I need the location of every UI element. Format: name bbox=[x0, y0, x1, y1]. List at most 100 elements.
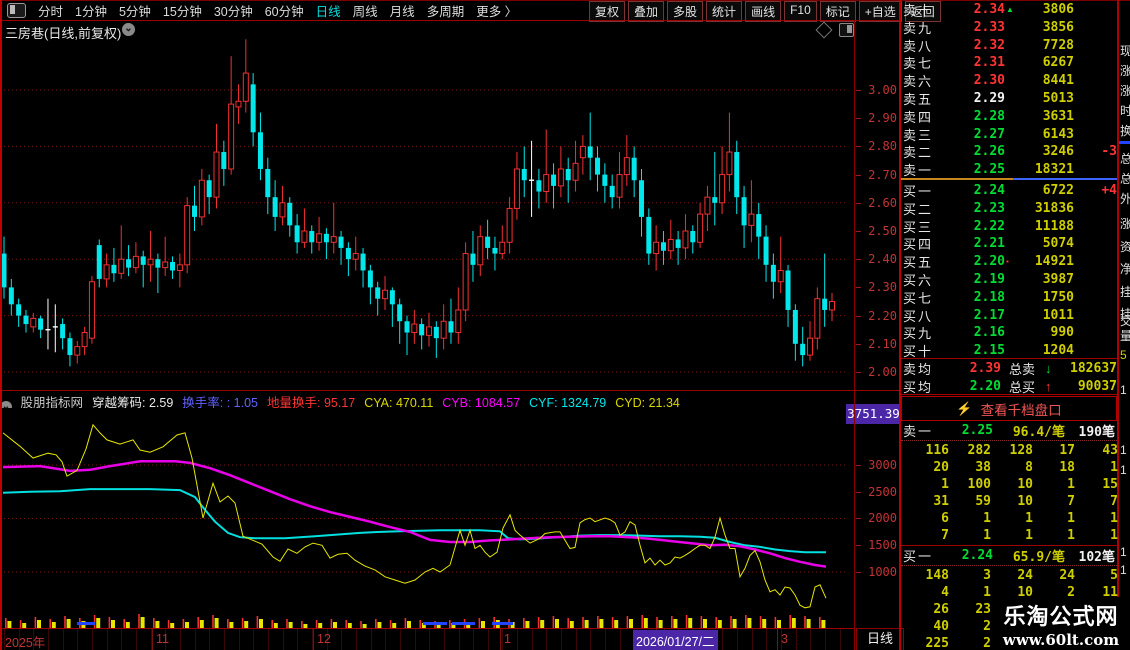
sell-level-5[interactable]: 卖五2.295013 bbox=[901, 89, 1117, 107]
buy-levels: 买一2.246722+4买二2.2331836买三2.2211188买四2.21… bbox=[901, 181, 1117, 359]
window-split-icon[interactable] bbox=[7, 3, 26, 18]
candlestick-chart[interactable] bbox=[0, 20, 855, 391]
sell-level-1[interactable]: 卖九2.333856 bbox=[901, 18, 1117, 36]
price-label: 2.10 bbox=[868, 337, 897, 351]
candle-65 bbox=[478, 225, 483, 276]
avg-row-0: 卖均2.39总卖↓182637 bbox=[901, 359, 1117, 377]
candle-54 bbox=[397, 299, 402, 344]
tab-period-6[interactable]: 日线 bbox=[316, 1, 341, 20]
sell-level-label: 卖二 bbox=[901, 142, 941, 161]
blue-dash bbox=[423, 622, 447, 625]
candle-70 bbox=[514, 152, 519, 220]
candle-63 bbox=[463, 242, 468, 321]
level2-link[interactable]: ⚡ 查看千档盘口 bbox=[901, 396, 1117, 421]
volume: 31836 bbox=[1017, 201, 1074, 216]
cell: 15 bbox=[1075, 477, 1118, 492]
sell-level-2[interactable]: 卖八2.327728 bbox=[901, 36, 1117, 54]
time-tick bbox=[268, 629, 269, 650]
price: 2.19 bbox=[941, 272, 1005, 287]
buy-level-7[interactable]: 买八2.171011 bbox=[901, 306, 1117, 324]
sell-level-label: 卖三 bbox=[901, 125, 941, 144]
sell-detail-row-3: 31591077 bbox=[901, 493, 1117, 510]
toolbar-button-6[interactable]: 标记 bbox=[820, 1, 856, 22]
indicator-value-0: 股朋指标网 bbox=[20, 396, 83, 408]
price-mark: ▪ bbox=[1005, 257, 1017, 266]
price: 2.16 bbox=[941, 325, 1005, 340]
time-label-0: 2025年 bbox=[5, 632, 45, 650]
time-tick bbox=[561, 629, 562, 650]
candle-79 bbox=[580, 135, 585, 174]
sell-detail-row-4: 61111 bbox=[901, 510, 1117, 527]
sell-level-7[interactable]: 卖三2.276143 bbox=[901, 125, 1117, 143]
sell-level-4[interactable]: 卖六2.308441 bbox=[901, 71, 1117, 89]
volume: 5013 bbox=[1017, 91, 1074, 106]
tab-period-8[interactable]: 月线 bbox=[390, 1, 415, 20]
tab-period-3[interactable]: 15分钟 bbox=[163, 1, 202, 20]
volume: 11188 bbox=[1017, 219, 1074, 234]
buy-level-6[interactable]: 买七2.181750 bbox=[901, 288, 1117, 306]
candle-58 bbox=[426, 313, 431, 347]
sell-level-6[interactable]: 卖四2.283631 bbox=[901, 107, 1117, 125]
candle-77 bbox=[566, 158, 571, 203]
tab-period-10[interactable]: 更多 〉 bbox=[476, 1, 517, 20]
sell-level-9[interactable]: 卖一2.2518321 bbox=[901, 160, 1117, 178]
price: 2.23 bbox=[941, 201, 1005, 216]
toolbar-button-2[interactable]: 多股 bbox=[667, 1, 703, 22]
buy-level-8[interactable]: 买九2.16990 bbox=[901, 323, 1117, 341]
indicator-axis-label: 1500 bbox=[868, 538, 897, 552]
stat-count: 190笔 bbox=[1065, 421, 1115, 440]
strip-char-9: 资 bbox=[1120, 238, 1130, 255]
buy-level-0[interactable]: 买一2.246722+4 bbox=[901, 181, 1117, 199]
buy-level-2[interactable]: 买三2.2211188 bbox=[901, 217, 1117, 235]
tab-period-7[interactable]: 周线 bbox=[353, 1, 378, 20]
candle-103 bbox=[756, 203, 761, 259]
buy-level-9[interactable]: 买十2.151204 bbox=[901, 341, 1117, 359]
time-tick bbox=[136, 629, 137, 650]
buy-level-5[interactable]: 买六2.193987 bbox=[901, 270, 1117, 288]
buy-level-1[interactable]: 买二2.2331836 bbox=[901, 199, 1117, 217]
buy-level-3[interactable]: 买四2.215074 bbox=[901, 234, 1117, 252]
tab-period-2[interactable]: 5分钟 bbox=[119, 1, 151, 20]
toolbar-button-0[interactable]: 复权 bbox=[589, 1, 625, 22]
buy1-stat: 买一2.2465.9/笔102笔 bbox=[901, 546, 1117, 564]
selected-date-box: 2026/01/27/二 bbox=[633, 630, 718, 650]
time-tick bbox=[253, 629, 254, 650]
cell: 1 bbox=[991, 511, 1033, 526]
toolbar-button-1[interactable]: 叠加 bbox=[628, 1, 664, 22]
indicator-chart[interactable] bbox=[0, 408, 855, 628]
stat-label: 买一 bbox=[901, 546, 937, 565]
candle-75 bbox=[551, 163, 556, 208]
tab-period-1[interactable]: 1分钟 bbox=[75, 1, 107, 20]
sell-level-0[interactable]: 卖十2.34▲3806 bbox=[901, 0, 1117, 18]
sell-level-3[interactable]: 卖七2.316267 bbox=[901, 53, 1117, 71]
period-indicator[interactable]: 日线 bbox=[856, 628, 904, 650]
tab-period-9[interactable]: 多周期 bbox=[427, 1, 465, 20]
tab-period-5[interactable]: 60分钟 bbox=[265, 1, 304, 20]
tab-period-0[interactable]: 分时 bbox=[38, 1, 63, 20]
candle-17 bbox=[126, 245, 131, 276]
cell: 31 bbox=[901, 494, 949, 509]
divider bbox=[901, 394, 1117, 395]
strip-char-13: 量 bbox=[1120, 327, 1130, 344]
toolbar-button-7[interactable]: +自选 bbox=[859, 1, 902, 22]
candle-40 bbox=[295, 214, 300, 253]
watermark: 乐淘公式网 www.60lt.com bbox=[992, 597, 1130, 650]
volume: 1011 bbox=[1017, 308, 1074, 323]
strip-char-2: 涨 bbox=[1120, 82, 1130, 99]
buy-level-4[interactable]: 买五2.20▪14921 bbox=[901, 252, 1117, 270]
candle-60 bbox=[441, 304, 446, 349]
candle-12 bbox=[89, 276, 94, 344]
tab-period-4[interactable]: 30分钟 bbox=[214, 1, 253, 20]
candle-89 bbox=[654, 225, 659, 270]
toolbar-button-3[interactable]: 统计 bbox=[706, 1, 742, 22]
time-label-1: 11 bbox=[156, 632, 169, 646]
sell-level-8[interactable]: 卖二2.263246-3 bbox=[901, 142, 1117, 160]
indicator-value-3: 地量换手: 95.17 bbox=[267, 396, 355, 408]
candle-96 bbox=[705, 186, 710, 231]
strip-blue-dash bbox=[1119, 141, 1130, 144]
toolbar-button-4[interactable]: 画线 bbox=[745, 1, 781, 22]
price-axis: 3.002.902.802.702.602.502.402.302.202.10… bbox=[856, 20, 900, 391]
avg-row-1: 买均2.20总买↑90037 bbox=[901, 377, 1117, 395]
sell-level-label: 卖九 bbox=[901, 18, 941, 37]
toolbar-button-5[interactable]: F10 bbox=[784, 1, 817, 22]
